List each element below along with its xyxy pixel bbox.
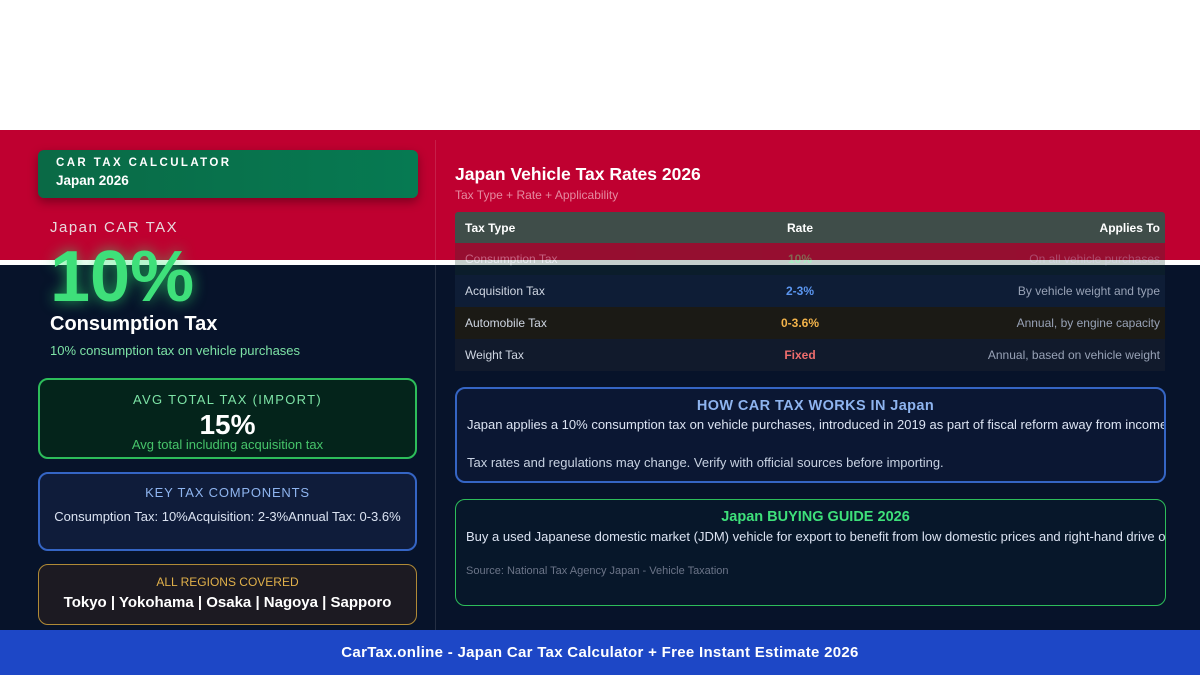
applies-to-cell: Annual, by engine capacity (1016, 316, 1160, 330)
rate-cell: Fixed (784, 348, 816, 362)
table-row: Weight Tax Fixed Annual, based on vehicl… (455, 339, 1165, 371)
applies-to-cell: On all vehicle purchases (1029, 252, 1160, 266)
key-tax-components-card: KEY TAX COMPONENTS Consumption Tax: 10%A… (38, 472, 417, 551)
rate-cell: 0-3.6% (780, 316, 820, 330)
footer-text: CarTax.online - Japan Car Tax Calculator… (341, 644, 859, 661)
top-whitespace (0, 0, 1200, 130)
key-components-label: KEY TAX COMPONENTS (145, 485, 310, 500)
avg-tax-label: AVG TOTAL TAX (IMPORT) (133, 392, 322, 407)
table-title: Japan Vehicle Tax Rates 2026 (455, 164, 701, 184)
rate-cell: 2-3% (785, 284, 814, 298)
country-label: Japan CAR TAX (50, 219, 179, 236)
tax-type-cell: Automobile Tax (465, 316, 547, 330)
avg-total-tax-card: AVG TOTAL TAX (IMPORT) 15% Avg total inc… (38, 378, 417, 459)
table-row: Acquisition Tax 2-3% By vehicle weight a… (455, 275, 1165, 307)
tax-type-cell: Weight Tax (465, 348, 524, 362)
header-tax-type: Tax Type (465, 220, 516, 235)
table-header-row: Tax Type Rate Applies To (455, 212, 1165, 243)
header-applies-to: Applies To (1099, 220, 1160, 235)
footer-banner: CarTax.online - Japan Car Tax Calculator… (0, 630, 1200, 675)
how-it-works-text: Japan applies a 10% consumption tax on v… (467, 417, 1166, 432)
avg-tax-value: 15% (199, 409, 256, 440)
headline-description: 10% consumption tax on vehicle purchases (50, 343, 301, 358)
regions-list: Tokyo | Yokohama | Osaka | Nagoya | Sapp… (63, 594, 392, 611)
applies-to-cell: Annual, based on vehicle weight (987, 348, 1160, 362)
brand-subtitle: Japan 2026 (56, 173, 129, 188)
buying-guide-text: Buy a used Japanese domestic market (JDM… (466, 529, 1166, 544)
tax-type-cell: Acquisition Tax (465, 284, 545, 298)
table-subtitle: Tax Type + Rate + Applicability (455, 188, 619, 202)
brand-badge: CAR TAX CALCULATOR Japan 2026 (38, 150, 418, 198)
how-it-works-title: HOW CAR TAX WORKS IN Japan (696, 398, 935, 414)
tax-type-cell: Consumption Tax (465, 252, 558, 266)
source-citation: Source: National Tax Agency Japan - Vehi… (466, 565, 729, 577)
headline-tax-title: Consumption Tax (50, 313, 218, 335)
rate-cell: 10% (787, 252, 813, 266)
applies-to-cell: By vehicle weight and type (1017, 284, 1160, 298)
brand-kicker: CAR TAX CALCULATOR (56, 157, 232, 169)
column-divider (435, 140, 436, 630)
table-row: Consumption Tax 10% On all vehicle purch… (455, 243, 1165, 275)
avg-tax-description: Avg total including acquisition tax (131, 437, 324, 452)
key-components-list: Consumption Tax: 10%Acquisition: 2-3%Ann… (54, 509, 401, 524)
tax-rates-table: Tax Type Rate Applies To Consumption Tax… (455, 212, 1165, 371)
headline-rate: 10% (50, 237, 195, 317)
how-car-tax-works-box: HOW CAR TAX WORKS IN Japan Japan applies… (455, 387, 1166, 483)
regions-label: ALL REGIONS COVERED (156, 575, 299, 589)
buying-guide-box: Japan BUYING GUIDE 2026 Buy a used Japan… (455, 499, 1166, 606)
buying-guide-title: Japan BUYING GUIDE 2026 (721, 509, 910, 525)
disclaimer-note: Tax rates and regulations may change. Ve… (467, 455, 944, 470)
header-rate: Rate (786, 220, 813, 235)
regions-card: ALL REGIONS COVERED Tokyo | Yokohama | O… (38, 564, 417, 625)
table-row: Automobile Tax 0-3.6% Annual, by engine … (455, 307, 1165, 339)
